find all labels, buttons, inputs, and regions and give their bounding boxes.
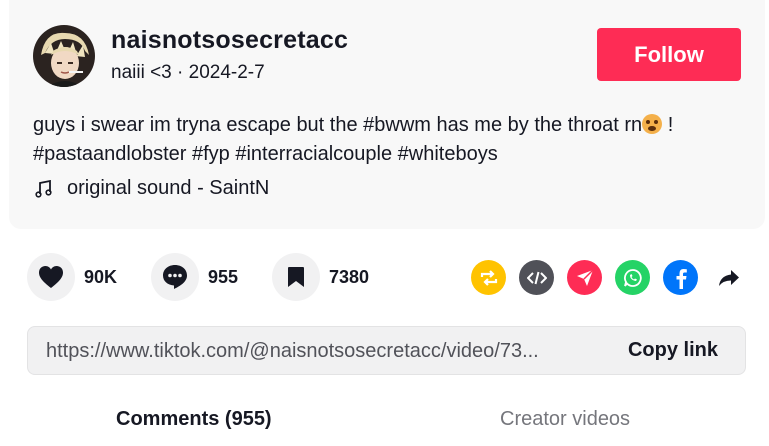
separator: ·	[177, 62, 184, 83]
save-action[interactable]: 7380	[272, 253, 369, 301]
flushed-face-emoji-icon	[642, 114, 663, 134]
send-icon[interactable]	[567, 260, 602, 295]
embed-icon[interactable]	[519, 260, 554, 295]
whatsapp-icon[interactable]	[615, 260, 650, 295]
comment-icon	[163, 265, 187, 289]
like-action[interactable]: 90K	[27, 253, 117, 301]
video-url[interactable]: https://www.tiktok.com/@naisnotsosecreta…	[46, 340, 591, 363]
hashtags[interactable]: #pastaandlobster #fyp #interracialcouple…	[33, 143, 498, 165]
caption: guys i swear im tryna escape but the #bw…	[33, 111, 753, 169]
sound-link[interactable]: original sound - SaintN	[35, 177, 269, 200]
like-button[interactable]	[27, 253, 75, 301]
save-button[interactable]	[272, 253, 320, 301]
music-note-icon	[35, 179, 52, 198]
facebook-icon[interactable]	[663, 260, 698, 295]
caption-text: guys i swear im tryna escape but the #bw…	[33, 114, 643, 136]
bookmark-icon	[288, 267, 304, 287]
like-count: 90K	[84, 266, 118, 287]
link-box: https://www.tiktok.com/@naisnotsosecreta…	[27, 326, 746, 375]
comment-action[interactable]: 955	[151, 253, 238, 301]
post-date: 2024-2-7	[188, 62, 265, 83]
sound-name: original sound - SaintN	[67, 177, 270, 199]
comment-count: 955	[208, 266, 239, 287]
tab-comments[interactable]: Comments (955)	[116, 408, 272, 431]
display-name: naiii <3	[111, 62, 172, 83]
share-arrow-icon[interactable]	[711, 260, 746, 295]
save-count: 7380	[329, 266, 370, 287]
comment-button[interactable]	[151, 253, 199, 301]
post-subline: naiii <3 · 2024-2-7	[111, 62, 265, 84]
avatar[interactable]	[33, 25, 95, 87]
heart-icon	[39, 266, 63, 288]
caption-end: !	[662, 114, 674, 136]
tab-creator-videos[interactable]: Creator videos	[500, 408, 630, 431]
follow-button[interactable]: Follow	[597, 28, 741, 81]
copy-link-button[interactable]: Copy link	[628, 339, 718, 362]
repost-icon[interactable]	[471, 260, 506, 295]
username[interactable]: naisnotsosecretacc	[111, 26, 348, 55]
